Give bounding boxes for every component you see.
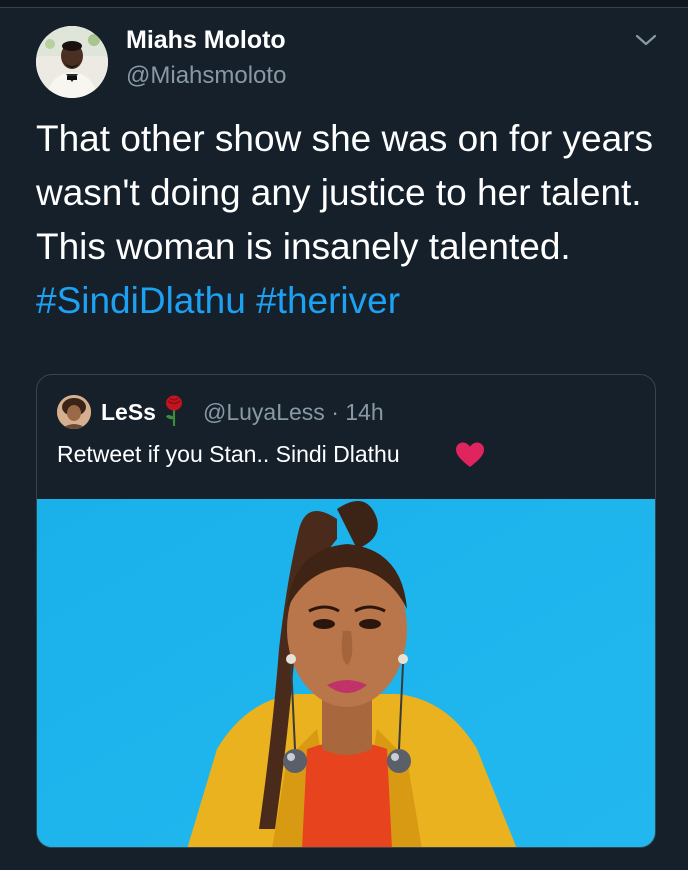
author-avatar[interactable] [36,26,108,98]
top-divider [0,0,688,8]
author-name[interactable]: Miahs Moloto [126,26,286,55]
rose-icon [163,395,185,427]
quoted-author-name: LeSs [101,399,156,425]
quoted-tweet-photo[interactable] [37,499,655,847]
hashtag-link[interactable]: #SindiDlathu [36,280,246,321]
quoted-timestamp: 14h [345,399,384,425]
quoted-author-avatar [57,395,91,429]
quoted-tweet-card[interactable]: LeSs @LuyaLess · 14h Retweet if you Stan… [36,374,656,848]
hashtag-link[interactable]: #theriver [256,280,400,321]
author-handle[interactable]: @Miahsmoloto [126,62,286,90]
quoted-tweet-text: Retweet if you Stan.. Sindi Dlathu [57,441,400,467]
tweet-text-body: That other show she was on for years was… [36,118,653,267]
meta-separator: · [331,399,339,425]
heart-icon [455,441,485,469]
chevron-down-icon[interactable] [632,28,660,52]
tweet-text: That other show she was on for years was… [36,112,656,328]
quoted-author-handle: @LuyaLess [203,399,325,425]
quoted-author-meta: @LuyaLess · 14h [203,399,384,426]
